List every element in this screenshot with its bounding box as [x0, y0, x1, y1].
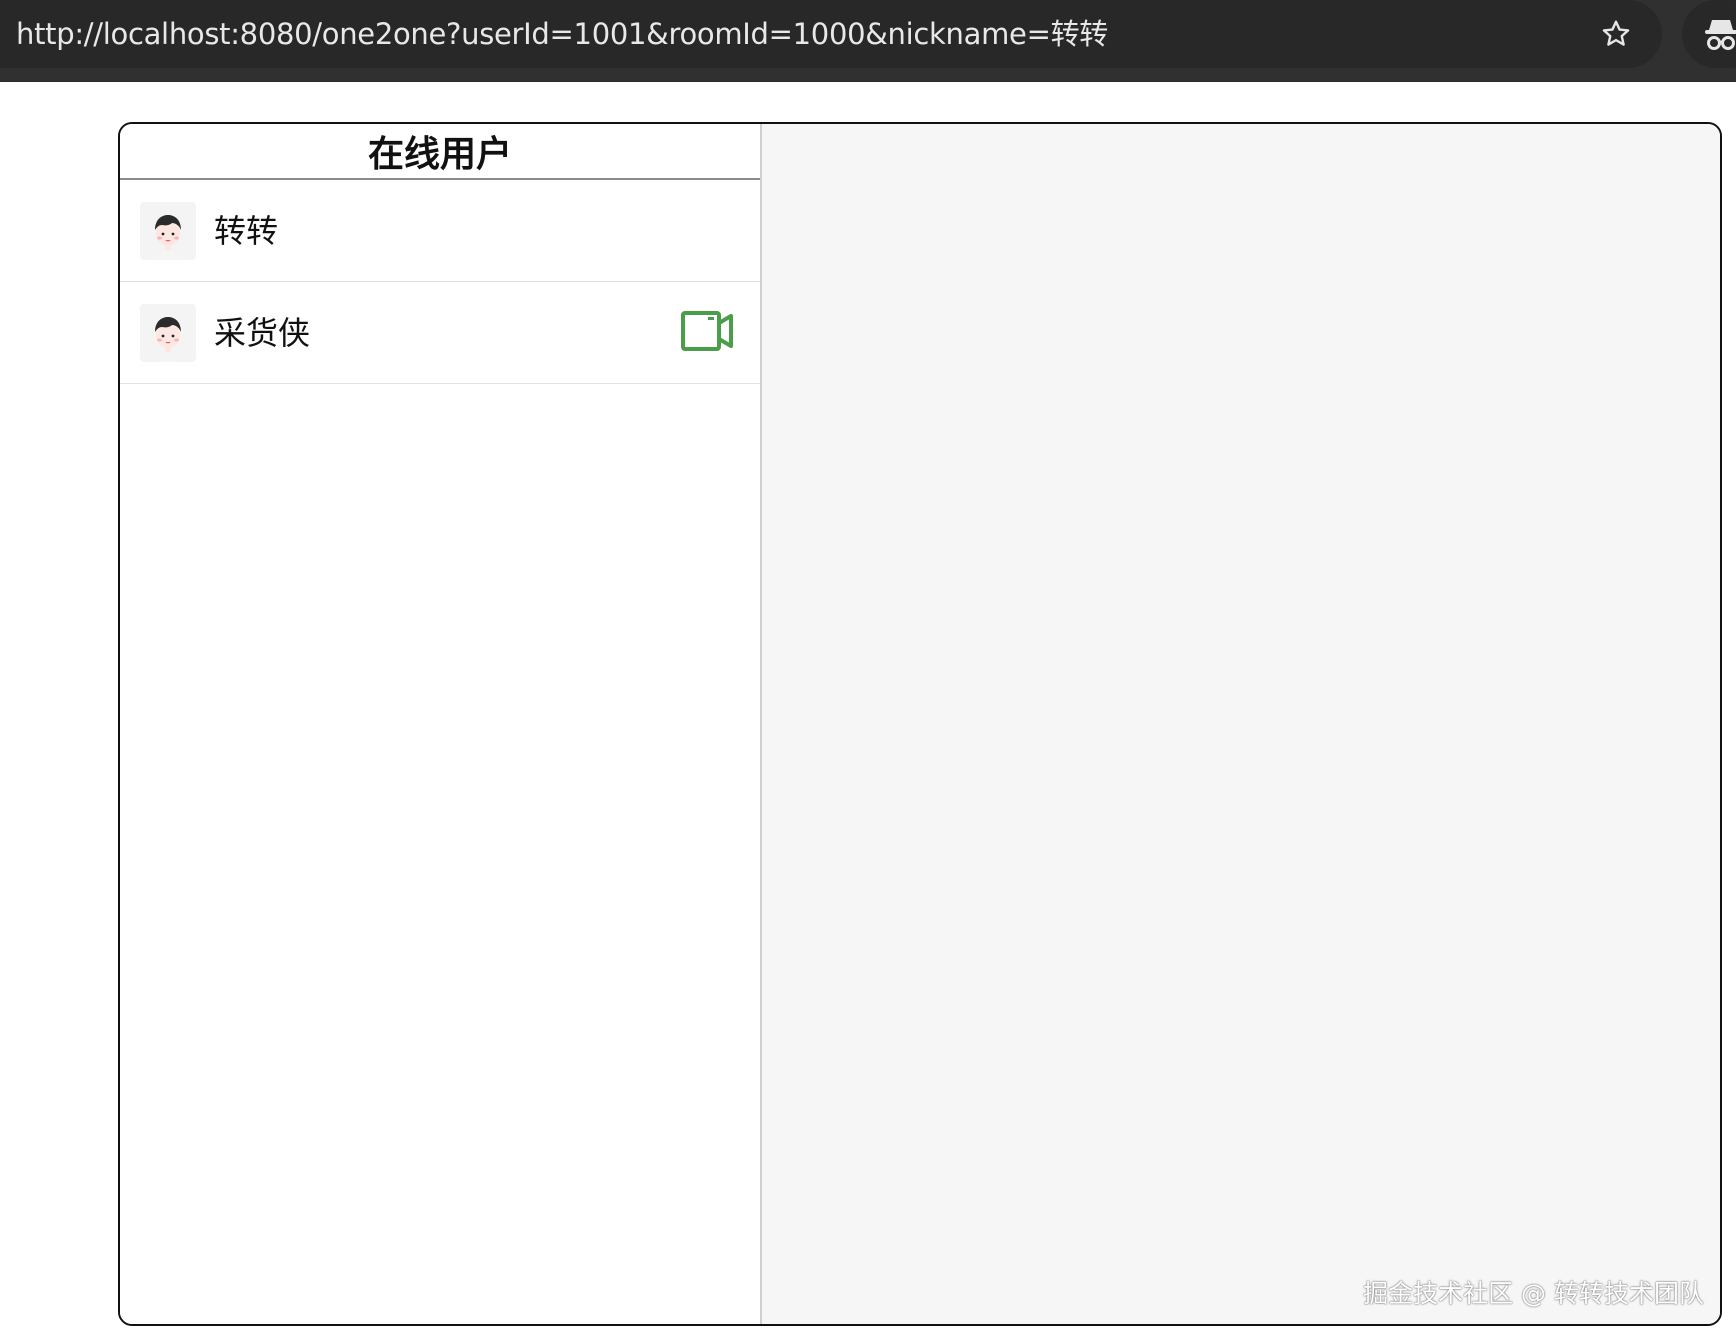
incognito-icon[interactable] — [1704, 16, 1736, 52]
video-area: 掘金技术社区 @ 转转技术团队 — [762, 124, 1720, 1324]
url-text[interactable]: http://localhost:8080/one2one?userId=100… — [16, 14, 1108, 54]
avatar-icon — [140, 304, 196, 362]
address-bar[interactable]: http://localhost:8080/one2one?userId=100… — [0, 0, 1662, 68]
avatar-icon — [140, 202, 196, 260]
panel-title: 在线用户 — [120, 124, 760, 180]
user-name: 转转 — [214, 212, 279, 250]
watermark-text: 掘金技术社区 @ 转转技术团队 — [1363, 1279, 1704, 1308]
bookmark-star-icon[interactable] — [1596, 14, 1636, 54]
chat-app-container: 在线用户 转转 采货侠 掘金技术社区 @ 转转技术团队 — [118, 122, 1722, 1326]
user-name: 采货侠 — [214, 314, 311, 352]
video-camera-icon[interactable] — [680, 308, 736, 354]
user-row-caihuoxia[interactable]: 采货侠 — [120, 282, 760, 384]
online-users-panel: 在线用户 转转 采货侠 — [120, 124, 762, 1324]
user-row-zhuanzhuan[interactable]: 转转 — [120, 180, 760, 282]
browser-toolbar: http://localhost:8080/one2one?userId=100… — [0, 0, 1736, 82]
